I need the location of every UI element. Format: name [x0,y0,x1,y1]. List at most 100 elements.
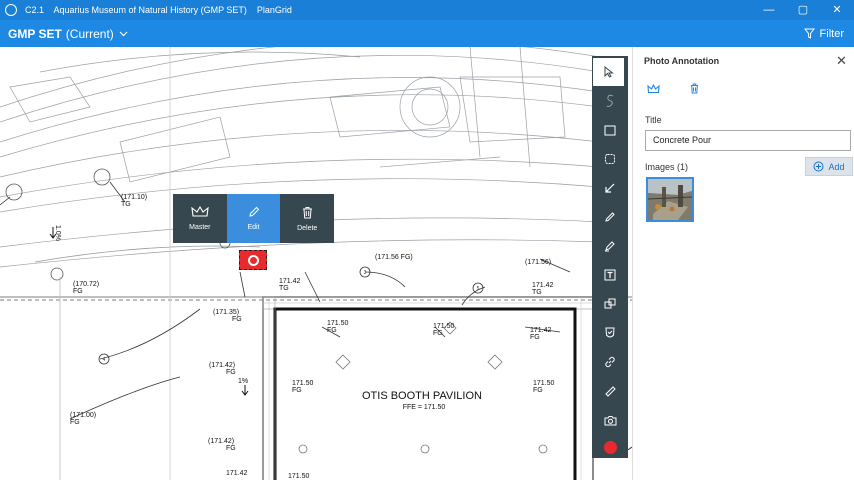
building-ffe: FFE = 171.50 [403,404,446,411]
restore-button[interactable]: ▢ [786,0,820,20]
plus-circle-icon [813,161,824,172]
elevation-label: (171.10) [121,194,147,201]
pen-tool[interactable] [592,203,628,231]
elevation-label: 171.50 [433,323,455,330]
photo-annotation-pin[interactable] [239,250,267,270]
delete-label: Delete [297,224,318,232]
title-input[interactable]: Concrete Pour [645,130,851,151]
rectangle-tool-icon [604,125,616,135]
stamp-tool-icon [605,327,615,337]
elevation-label: FG [433,330,443,337]
cloud-tool[interactable] [592,145,628,173]
select-tool-icon [604,66,614,78]
rectangle-tool[interactable] [592,116,628,144]
elevation-label: FG [533,387,543,394]
set-status: (Current) [65,26,114,41]
elevation-label: 171.50 [533,380,555,387]
window-titlebar: C2.1 Aquarius Museum of Natural History … [0,0,854,20]
lasso-tool-icon [606,94,614,107]
color-picker[interactable] [592,433,628,461]
highlighter-tool[interactable] [592,232,628,260]
elevation-label: FG [530,334,540,341]
sheet-canvas[interactable]: 3 5 4 OTIS BOOTH PAVILION FFE = 171.50 (17… [0,47,632,480]
elevation-label: 171.42 [279,278,301,285]
measure-tool[interactable] [592,377,628,405]
elevation-label: FG [226,369,236,376]
building-name: OTIS BOOTH PAVILION [362,390,482,402]
close-panel-button[interactable]: ✕ [836,53,847,69]
image-thumbnail[interactable] [646,177,694,222]
elevation-label: 171.50 [292,380,314,387]
window-title: C2.1 Aquarius Museum of Natural History … [25,5,292,15]
elevation-label: FG [327,327,337,334]
add-image-button[interactable]: Add [805,157,853,176]
slope-label: 1% [238,378,248,385]
camera-marker-icon [247,254,259,266]
lasso-tool[interactable] [592,87,628,115]
shapes-tool-icon [604,298,616,309]
svg-text:5: 5 [477,286,480,292]
cloud-tool-icon [605,154,615,164]
photo-annotation-panel: Photo Annotation ✕ Title Concrete Pour I… [632,47,854,480]
camera-tool-icon [604,415,616,425]
link-tool-icon [605,356,615,368]
select-tool[interactable] [593,58,624,86]
set-name: GMP SET [8,26,62,41]
elevation-label: 171.42 [530,327,552,334]
text-tool[interactable] [592,261,628,289]
highlighter-tool-icon [605,241,615,252]
trash-icon [302,206,312,218]
pen-tool-icon [605,212,615,222]
app-toolbar: GMP SET (Current) Filter [0,20,854,47]
elevation-label: 171.42 [226,470,248,477]
edit-button[interactable]: Edit [226,194,281,243]
markup-toolbar [592,56,628,458]
shapes-tool[interactable] [592,290,628,318]
elevation-label: (171.35) [213,309,239,316]
elevation-label: (170.72) [73,281,99,288]
arrow-tool[interactable] [592,174,628,202]
elevation-label: (171.56) [525,259,551,266]
elevation-label: (171.00) [70,412,96,419]
stamp-tool[interactable] [592,319,628,347]
elevation-label: (171.42) [209,362,235,369]
elevation-label: 171.50 [288,473,310,480]
elevation-label: FG [226,445,236,452]
svg-text:3: 3 [364,270,367,276]
filter-button[interactable]: Filter [803,20,844,47]
elevation-label: FG [292,387,302,394]
master-button[interactable]: Master [173,194,227,243]
camera-tool[interactable] [592,406,628,434]
images-label: Images (1) [645,162,689,172]
elevation-label: FG [232,316,242,323]
close-window-button[interactable]: ✕ [820,0,854,20]
elevation-label: 171.42 [532,282,554,289]
color-picker-icon [603,440,617,454]
elevation-label: TG [532,289,542,296]
elevation-label: (171.56 FG) [375,254,413,261]
filter-icon [803,28,815,39]
elevation-label: TG [121,201,131,208]
elevation-label: (171.42) [208,438,234,445]
link-tool[interactable] [592,348,628,376]
panel-title: Photo Annotation [644,56,720,66]
arrow-tool-icon [605,183,615,193]
minimize-button[interactable]: — [752,0,786,20]
app-icon [5,4,17,16]
annotation-context-menu: Master Edit Delete [173,194,334,243]
add-label: Add [828,161,845,172]
text-tool-icon [604,269,616,281]
set-selector[interactable]: GMP SET (Current) [0,27,128,41]
master-toggle-button[interactable] [647,81,660,99]
delete-annotation-button[interactable] [690,81,699,99]
concrete-photo-icon [648,179,692,220]
title-label: Title [645,115,662,125]
trash-icon [691,83,698,94]
elevation-label: FG [73,288,83,295]
svg-text:4: 4 [103,357,106,363]
slope-label: 1.0% [54,225,61,241]
delete-button[interactable]: Delete [280,194,334,243]
measure-tool-icon [605,386,616,397]
pencil-icon [248,206,259,217]
chevron-down-icon [119,29,128,39]
